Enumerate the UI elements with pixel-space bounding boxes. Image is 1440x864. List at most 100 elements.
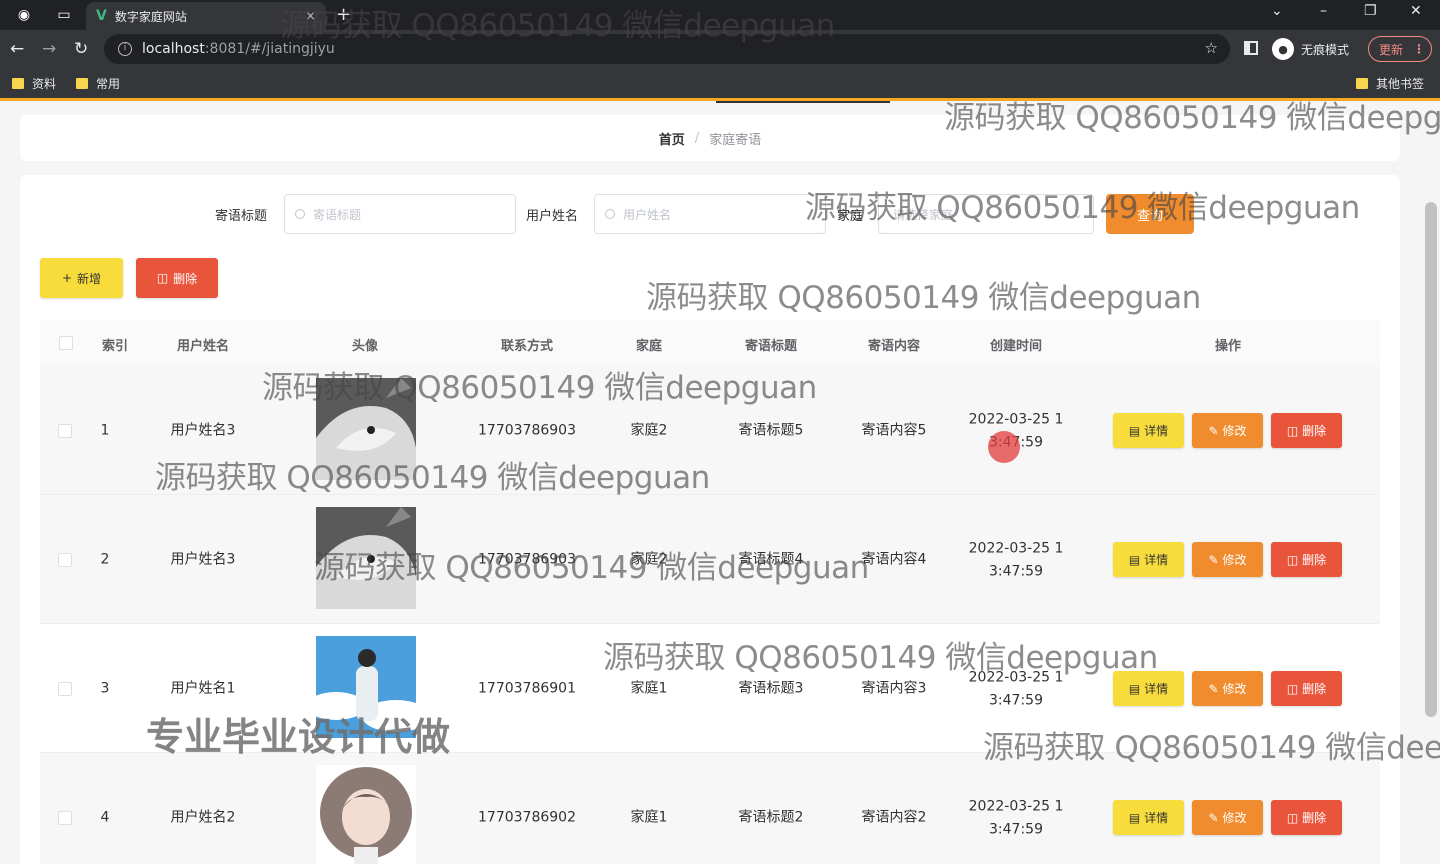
delete-label: 删除 [1302,553,1327,567]
bookmark-folder[interactable]: 资料 [12,75,56,92]
update-button[interactable]: 更新 ⋮ [1368,36,1432,62]
breadcrumb-current: 家庭寄语 [709,132,762,148]
bookmark-label: 资料 [32,77,57,91]
cell-user: 用户姓名2 [170,809,236,826]
trash-icon: ◫ [156,271,169,285]
edit-button[interactable]: ✎ 修改 [1192,800,1263,835]
page-scrollbar[interactable] [1425,202,1437,717]
delete-label: 删除 [1302,682,1327,696]
cell-content: 寄语内容3 [861,680,927,697]
pencil-icon: ✎ [1208,552,1219,567]
column-header: 头像 [351,339,379,354]
batch-delete-label: 删除 [173,271,198,286]
detail-label: 详情 [1144,424,1169,438]
edit-button[interactable]: ✎ 修改 [1192,671,1263,706]
row-checkbox[interactable] [58,682,72,696]
breadcrumb-home[interactable]: 首页 [659,129,685,148]
column-header: 家庭 [635,339,663,354]
column-header: 寄语内容 [867,339,921,354]
cell-created-date: 2022-03-25 1 [968,798,1064,815]
delete-button[interactable]: ◫ 删除 [1271,800,1342,835]
watermark: 源码获取 QQ86050149 微信deepguan [280,8,835,44]
edit-label: 修改 [1222,424,1247,438]
detail-label: 详情 [1144,553,1169,567]
mouse-cursor-indicator [988,431,1020,463]
title-search-input[interactable]: 寄语标题 [284,194,516,234]
info-icon[interactable]: i [118,42,132,56]
reload-icon[interactable]: ↻ [74,39,88,59]
watermark: 源码获取 QQ86050149 微信deepgu [944,100,1440,136]
watermark: 源码获取 QQ86050149 微信deepguan [262,370,817,406]
delete-button[interactable]: ◫ 删除 [1271,671,1342,706]
row-checkbox[interactable] [58,553,72,567]
row-checkbox[interactable] [58,424,72,438]
other-bookmarks[interactable]: 其他书签 [1356,75,1424,92]
breadcrumb-separator: / [694,130,700,146]
cell-title: 寄语标题3 [738,680,804,697]
tab-search-icon[interactable]: ▭ [54,5,74,25]
user-search-placeholder: 用户姓名 [623,207,672,222]
watermark: 源码获取 QQ86050149 微信deep [983,730,1440,766]
title-search-label: 寄语标题 [215,209,268,224]
cell-content: 寄语内容4 [861,551,927,568]
detail-button[interactable]: ▤ 详情 [1113,800,1184,835]
table-row[interactable]: 4 用户姓名2 17703786902 家庭1 寄语标题2 寄语内容2 2022-03-25… [40,753,1380,864]
maximize-icon[interactable]: ❐ [1364,3,1377,19]
cell-family: 家庭2 [630,422,668,439]
edit-label: 修改 [1222,553,1247,567]
cell-created-time: 3:47:59 [989,692,1043,709]
watermark: 源码获取 QQ86050149 微信deepguan [603,640,1158,676]
back-icon[interactable]: ← [10,39,24,59]
promo-banner: 专业毕业设计代做 [146,715,451,759]
delete-button[interactable]: ◫ 删除 [1271,542,1342,577]
batch-delete-button[interactable]: ◫ 删除 [136,258,218,298]
column-header: 创建时间 [989,339,1043,354]
trash-icon: ◫ [1286,423,1299,438]
bookmark-star-icon[interactable]: ☆ [1205,39,1218,57]
url-host: localhost [142,41,205,57]
incognito-indicator[interactable]: ● 无痕模式 [1272,38,1349,60]
minimize-icon[interactable]: – [1320,3,1327,19]
edit-label: 修改 [1222,682,1247,696]
add-button-label: 新增 [77,271,102,286]
cell-phone: 17703786903 [478,422,576,439]
table-header: 索引 用户姓名 头像 联系方式 家庭 寄语标题 寄语内容 创建时间 操作 [40,320,1380,366]
forward-icon[interactable]: → [42,39,56,59]
pencil-icon: ✎ [1208,681,1219,696]
detail-button[interactable]: ▤ 详情 [1113,413,1184,448]
incognito-icon: ● [1272,38,1294,60]
globe-icon[interactable]: ◉ [14,5,34,25]
row-checkbox[interactable] [58,811,72,825]
doc-icon: ▤ [1128,552,1141,567]
delete-label: 删除 [1302,811,1327,825]
add-button[interactable]: + 新增 [40,258,123,298]
detail-label: 详情 [1144,811,1169,825]
cell-created-time: 3:47:59 [989,563,1043,580]
doc-icon: ▤ [1128,681,1141,696]
detail-button[interactable]: ▤ 详情 [1113,542,1184,577]
side-panel-icon[interactable] [1244,41,1258,55]
edit-button[interactable]: ✎ 修改 [1192,413,1263,448]
incognito-label: 无痕模式 [1301,42,1350,57]
select-all-checkbox[interactable] [59,336,73,350]
cell-family: 家庭1 [630,809,668,826]
cell-created-date: 2022-03-25 1 [968,540,1064,557]
other-bookmarks-label: 其他书签 [1376,77,1425,91]
bookmark-folder[interactable]: 常用 [76,75,120,92]
cell-index: 4 [100,809,110,826]
delete-button[interactable]: ◫ 删除 [1271,413,1342,448]
user-search-input[interactable]: 用户姓名 [594,194,826,234]
trash-icon: ◫ [1286,552,1299,567]
column-header: 寄语标题 [744,339,798,354]
cell-created-date: 2022-03-25 1 [968,411,1064,428]
chevron-down-icon[interactable]: ⌄ [1271,3,1283,19]
update-label: 更新 [1379,42,1404,57]
cell-user: 用户姓名3 [170,422,236,439]
cell-user: 用户姓名1 [170,680,236,697]
trash-icon: ◫ [1286,681,1299,696]
edit-button[interactable]: ✎ 修改 [1192,542,1263,577]
column-header: 索引 [101,339,129,354]
close-window-icon[interactable]: ✕ [1410,3,1422,19]
watermark: 源码获取 QQ86050149 微信deepguan [805,190,1360,226]
cell-index: 2 [100,551,110,568]
